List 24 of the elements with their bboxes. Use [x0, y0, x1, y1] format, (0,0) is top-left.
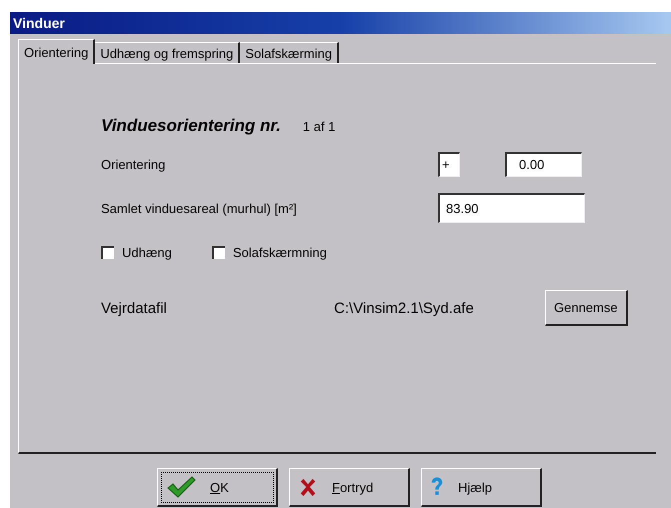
tab[interactable]: Orientering: [18, 39, 96, 64]
ok-button[interactable]: OK: [157, 468, 278, 507]
browse-button[interactable]: Gennemse: [545, 290, 628, 326]
checkmark-icon: [166, 475, 196, 499]
file-path: C:\Vinsim2.1\Syd.afe: [334, 300, 475, 316]
tab[interactable]: Udhæng og fremspring: [95, 42, 240, 63]
checkbox-label: Solafskærmning: [232, 245, 327, 260]
input-field[interactable]: 83.90: [438, 193, 585, 223]
field-label: Vejrdatafil: [101, 300, 168, 316]
checkbox[interactable]: [212, 246, 225, 259]
checkbox-label: Udhæng: [122, 245, 172, 260]
sign-field[interactable]: +: [438, 152, 460, 177]
cancel-button[interactable]: Fortryd: [289, 468, 410, 507]
tab[interactable]: Solafskærming: [240, 42, 339, 63]
field-label: Samlet vinduesareal (murhul) [m²]: [101, 200, 298, 216]
cross-icon: [298, 477, 318, 497]
counter-label: 1 af 1: [302, 119, 336, 134]
help-button[interactable]: Hjælp: [421, 468, 542, 507]
input-field[interactable]: 0.00: [505, 152, 582, 177]
field-label: Orientering: [101, 157, 166, 172]
window-title: Vinduer: [13, 15, 65, 31]
checkbox[interactable]: [101, 246, 114, 259]
question-mark-icon: [430, 476, 444, 498]
section-title: Vinduesorientering nr.: [101, 116, 281, 136]
